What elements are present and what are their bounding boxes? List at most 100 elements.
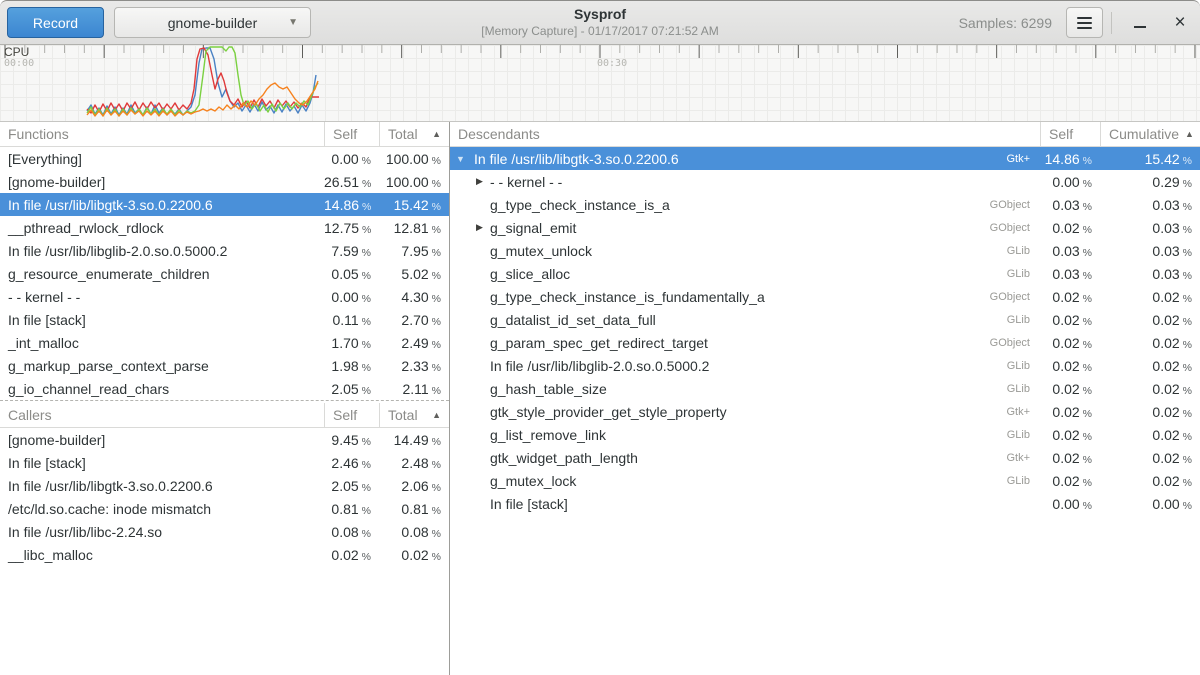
chevron-down-icon: ▼: [288, 17, 298, 28]
function-name: gtk_widget_path_length: [490, 450, 638, 466]
descendants-cumulative-column-header[interactable]: Cumulative▲: [1100, 122, 1200, 146]
function-name: [gnome-builder]: [0, 174, 324, 190]
percent-value: 15.42%: [1100, 151, 1200, 167]
tree-row[interactable]: g_hash_table_sizeGLib0.02%0.02%: [450, 377, 1200, 400]
table-row[interactable]: In file /usr/lib/libgtk-3.so.0.2200.62.0…: [0, 474, 449, 497]
tree-row[interactable]: ▼In file /usr/lib/libgtk-3.so.0.2200.6Gt…: [450, 147, 1200, 170]
table-row[interactable]: [gnome-builder]9.45%14.49%: [0, 428, 449, 451]
table-row[interactable]: In file /usr/lib/libc-2.24.so0.08%0.08%: [0, 520, 449, 543]
percent-value: 26.51%: [324, 174, 379, 190]
table-row[interactable]: g_resource_enumerate_children0.05%5.02%: [0, 262, 449, 285]
left-pane: Functions Self Total▲ [Everything]0.00%1…: [0, 122, 449, 675]
tree-row[interactable]: In file /usr/lib/libglib-2.0.so.0.5000.2…: [450, 354, 1200, 377]
minimize-button[interactable]: [1120, 1, 1160, 44]
percent-value: 0.03%: [1100, 220, 1200, 236]
tree-row[interactable]: g_slice_allocGLib0.03%0.03%: [450, 262, 1200, 285]
functions-total-column-header[interactable]: Total▲: [379, 122, 449, 146]
function-name: [gnome-builder]: [0, 432, 324, 448]
function-name: In file /usr/lib/libc-2.24.so: [0, 524, 324, 540]
percent-value: 0.00%: [1100, 496, 1200, 512]
table-row[interactable]: In file [stack]0.11%2.70%: [0, 308, 449, 331]
function-name: In file /usr/lib/libgtk-3.so.0.2200.6: [0, 197, 324, 213]
table-row[interactable]: - - kernel - -0.00%4.30%: [0, 285, 449, 308]
menu-button[interactable]: [1066, 7, 1103, 38]
tree-row[interactable]: g_type_check_instance_is_aGObject0.03%0.…: [450, 193, 1200, 216]
cpu-graph-svg: [0, 45, 1200, 122]
callers-column-header[interactable]: Callers: [0, 407, 324, 423]
percent-value: 7.95%: [379, 243, 449, 259]
tree-row[interactable]: ▶g_signal_emitGObject0.02%0.03%: [450, 216, 1200, 239]
percent-value: 0.02%: [324, 547, 379, 563]
tree-row[interactable]: gtk_widget_path_lengthGtk+0.02%0.02%: [450, 446, 1200, 469]
percent-value: 5.02%: [379, 266, 449, 282]
table-row[interactable]: In file /usr/lib/libgtk-3.so.0.2200.614.…: [0, 193, 449, 216]
library-badge: Gtk+: [1006, 153, 1040, 165]
library-badge: GLib: [1007, 383, 1040, 395]
table-row[interactable]: g_io_channel_read_chars2.05%2.11%: [0, 377, 449, 400]
functions-column-header[interactable]: Functions: [0, 126, 324, 142]
tree-row[interactable]: g_param_spec_get_redirect_targetGObject0…: [450, 331, 1200, 354]
sort-ascending-icon: ▲: [1185, 129, 1194, 139]
function-name: g_markup_parse_context_parse: [0, 358, 324, 374]
close-icon: ×: [1174, 13, 1185, 32]
percent-value: 2.33%: [379, 358, 449, 374]
table-row[interactable]: [gnome-builder]26.51%100.00%: [0, 170, 449, 193]
process-selector-dropdown[interactable]: gnome-builder ▼: [114, 7, 311, 38]
percent-value: 15.42%: [379, 197, 449, 213]
function-name: gtk_style_provider_get_style_property: [490, 404, 727, 420]
percent-value: 0.00%: [324, 289, 379, 305]
descendants-column-header[interactable]: Descendants: [450, 126, 1040, 142]
function-name: g_param_spec_get_redirect_target: [490, 335, 708, 351]
function-name: _int_malloc: [0, 335, 324, 351]
percent-value: 0.02%: [1100, 335, 1200, 351]
percent-value: 14.49%: [379, 432, 449, 448]
percent-value: 0.03%: [1100, 197, 1200, 213]
library-badge: GLib: [1007, 429, 1040, 441]
tree-row[interactable]: g_list_remove_linkGLib0.02%0.02%: [450, 423, 1200, 446]
close-button[interactable]: ×: [1160, 1, 1200, 44]
function-name: /etc/ld.so.cache: inode mismatch: [0, 501, 324, 517]
table-row[interactable]: _int_malloc1.70%2.49%: [0, 331, 449, 354]
window-title-block: Sysprof [Memory Capture] - 01/17/2017 07…: [481, 6, 718, 39]
expander-open-icon[interactable]: ▼: [456, 154, 474, 164]
callers-total-column-header[interactable]: Total▲: [379, 403, 449, 427]
functions-self-column-header[interactable]: Self: [324, 122, 379, 146]
library-badge: GObject: [990, 291, 1040, 303]
tree-row[interactable]: g_type_check_instance_is_fundamentally_a…: [450, 285, 1200, 308]
record-button[interactable]: Record: [7, 7, 104, 38]
tree-row[interactable]: g_mutex_lockGLib0.02%0.02%: [450, 469, 1200, 492]
percent-value: 1.98%: [324, 358, 379, 374]
functions-table-header: Functions Self Total▲: [0, 122, 449, 147]
tree-row[interactable]: In file [stack]0.00%0.00%: [450, 492, 1200, 515]
table-row[interactable]: __libc_malloc0.02%0.02%: [0, 543, 449, 566]
cpu-green-line: [87, 47, 318, 116]
table-row[interactable]: [Everything]0.00%100.00%: [0, 147, 449, 170]
table-row[interactable]: __pthread_rwlock_rdlock12.75%12.81%: [0, 216, 449, 239]
sort-ascending-icon: ▲: [432, 129, 441, 139]
capture-subtitle: [Memory Capture] - 01/17/2017 07:21:52 A…: [481, 24, 718, 39]
percent-value: 0.02%: [1100, 473, 1200, 489]
library-badge: GObject: [990, 199, 1040, 211]
tree-row[interactable]: gtk_style_provider_get_style_property Gtk…: [450, 400, 1200, 423]
tree-row[interactable]: ▶- - kernel - -0.00%0.29%: [450, 170, 1200, 193]
function-name: In file /usr/lib/libglib-2.0.so.0.5000.2: [490, 358, 709, 374]
percent-value: 14.86%: [324, 197, 379, 213]
header-separator: [1111, 12, 1112, 34]
percent-value: 2.46%: [324, 455, 379, 471]
callers-self-column-header[interactable]: Self: [324, 403, 379, 427]
function-name: g_datalist_id_set_data_full: [490, 312, 656, 328]
percent-value: 0.02%: [1100, 450, 1200, 466]
tree-row[interactable]: g_mutex_unlockGLib0.03%0.03%: [450, 239, 1200, 262]
table-row[interactable]: g_markup_parse_context_parse1.98%2.33%: [0, 354, 449, 377]
descendants-self-column-header[interactable]: Self: [1040, 122, 1100, 146]
function-name: - - kernel - -: [0, 289, 324, 305]
cpu-graph-area[interactable]: CPU 00:00 00:30: [0, 45, 1200, 122]
percent-value: 0.02%: [1040, 289, 1100, 305]
table-row[interactable]: /etc/ld.so.cache: inode mismatch0.81%0.8…: [0, 497, 449, 520]
library-badge: Gtk+: [1006, 406, 1040, 418]
table-row[interactable]: In file [stack]2.46%2.48%: [0, 451, 449, 474]
table-row[interactable]: In file /usr/lib/libglib-2.0.so.0.5000.2…: [0, 239, 449, 262]
expander-closed-icon[interactable]: ▶: [476, 222, 490, 233]
tree-row[interactable]: g_datalist_id_set_data_fullGLib0.02%0.02…: [450, 308, 1200, 331]
expander-closed-icon[interactable]: ▶: [476, 176, 490, 187]
